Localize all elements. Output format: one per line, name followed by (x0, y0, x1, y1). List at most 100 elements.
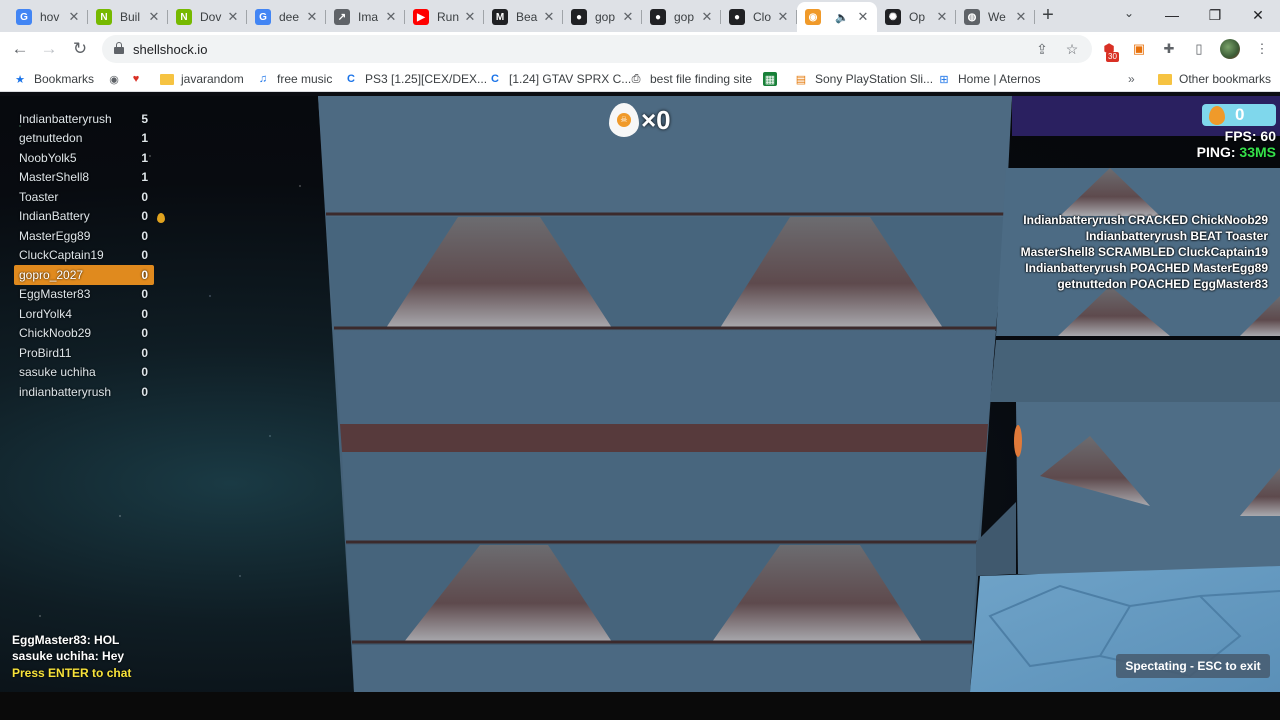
audio-playing-icon[interactable]: 🔈 (835, 11, 849, 24)
player-name: MasterEgg89 (19, 228, 91, 243)
bookmark-aternos[interactable]: ⊞ Home | Aternos (937, 70, 1041, 88)
extensions-puzzle-icon[interactable]: ✚ (1160, 40, 1178, 58)
bookmark-label: Home | Aternos (958, 72, 1041, 86)
tab-close-icon[interactable]: ✕ (1013, 9, 1029, 25)
tab-close-icon[interactable]: ✕ (66, 9, 82, 25)
spectate-banner[interactable]: Spectating - ESC to exit (1116, 654, 1270, 678)
new-tab-button[interactable]: + (1038, 5, 1058, 26)
tab-close-icon[interactable]: ✕ (383, 9, 399, 25)
player-score: 0 (141, 306, 148, 321)
browser-tab[interactable]: ● gop ✕ (563, 4, 642, 30)
printer-icon: ⎙ (631, 72, 641, 85)
player-name: sasuke uchiha (19, 365, 96, 380)
browser-tab[interactable]: ◍ We ✕ (956, 4, 1035, 30)
forward-button[interactable]: → (37, 37, 61, 61)
bookmark-chrome[interactable]: ◉ (107, 70, 128, 88)
golden-egg-icon (157, 212, 165, 223)
tab-title: dee (279, 10, 300, 24)
minimize-button[interactable]: — (1157, 3, 1187, 27)
bookmark-label: javarandom (181, 72, 244, 86)
player-score: 0 (141, 384, 148, 399)
browser-tab[interactable]: ● gop ✕ (642, 4, 721, 30)
tab-close-icon[interactable]: ✕ (699, 9, 715, 25)
player-name: getnuttedon (19, 131, 83, 146)
browser-tab[interactable]: N Dov ✕ (168, 4, 247, 30)
bookmark-ps3[interactable]: C PS3 [1.25][CEX/DEX... (344, 70, 487, 88)
tab-close-icon[interactable]: ✕ (541, 9, 557, 25)
lock-icon[interactable] (114, 42, 124, 54)
player-name: gopro_2027 (19, 267, 84, 282)
kill-feed-entry: Indianbatteryrush CRACKED ChickNoob29 (1023, 213, 1268, 227)
tab-close-icon[interactable]: ✕ (304, 9, 320, 25)
browser-tab[interactable]: N Buil ✕ (88, 4, 168, 30)
player-score: 0 (141, 228, 148, 243)
scoreboard-row: ChickNoob29 0 (14, 324, 154, 344)
tab-title: Ima (358, 10, 379, 24)
player-score: 0 (141, 326, 148, 341)
share-icon[interactable]: ⇪ (1033, 40, 1051, 58)
reload-button[interactable]: ↻ (68, 37, 92, 61)
tab-close-icon[interactable]: ✕ (462, 9, 478, 25)
google-icon: G (255, 9, 271, 25)
close-window-button[interactable]: ✕ (1243, 3, 1273, 27)
tab-close-icon[interactable]: ✕ (225, 9, 241, 25)
extension-icon[interactable]: ▣ (1130, 40, 1148, 58)
browser-tab[interactable]: ● Clo ✕ (721, 4, 797, 30)
player-score: 0 (141, 365, 148, 380)
tab-close-icon[interactable]: ✕ (775, 9, 791, 25)
egg-currency-badge: 0 (1202, 104, 1276, 126)
profile-avatar[interactable] (1220, 39, 1240, 59)
heart-icon: ♥ (132, 73, 140, 85)
player-name: EggMaster83 (19, 287, 91, 302)
menu-kebab-icon[interactable]: ⋮ (1253, 40, 1271, 58)
chat-message: EggMaster83: HOL (12, 633, 120, 647)
browser-tab[interactable]: M Bea ✕ (484, 4, 563, 30)
player-score: 1 (141, 170, 148, 185)
browser-tab[interactable]: ▶ Run ✕ (405, 4, 484, 30)
browser-tab[interactable]: ↗ Ima ✕ (326, 4, 405, 30)
player-score: 1 (141, 131, 148, 146)
globe-icon: ◍ (964, 9, 980, 25)
bookmark-star-icon[interactable]: ☆ (1063, 40, 1081, 58)
bookmark-javarandom[interactable]: javarandom (160, 70, 244, 88)
github-icon: ● (650, 9, 666, 25)
browser-tab[interactable]: Gdee ✕ (247, 4, 326, 30)
bookmark-gtav[interactable]: C [1.24] GTAV SPRX C... (488, 70, 631, 88)
back-button[interactable]: ← (8, 37, 32, 61)
tab-close-icon[interactable]: ✕ (146, 9, 162, 25)
bookmark-free-music[interactable]: ♫ free music (256, 70, 332, 88)
restore-button[interactable]: ❐ (1200, 3, 1230, 27)
scoreboard-row: MasterShell8 1 (14, 168, 154, 188)
bookmark-bookmarks[interactable]: ★ Bookmarks (13, 70, 94, 88)
browser-tab[interactable]: ◉ 🔈 ✕ (797, 2, 877, 32)
player-name: Indianbatteryrush (19, 111, 112, 126)
scoreboard-row: ProBird11 0 (14, 343, 154, 363)
tab-close-icon[interactable]: ✕ (620, 9, 636, 25)
bookmark-green-site[interactable]: ▦ (763, 70, 784, 88)
bookmark-file-finding[interactable]: ⎙ best file finding site (629, 70, 752, 88)
player-name: IndianBattery (19, 209, 90, 224)
shellshock-icon: ◉ (805, 9, 821, 25)
bookmark-sony[interactable]: ▤ Sony PlayStation Sli... (794, 70, 933, 88)
address-bar[interactable]: shellshock.io ⇪ ☆ (102, 35, 1092, 63)
tab-search-icon[interactable]: ⌄ (1120, 6, 1138, 24)
side-panel-icon[interactable]: ▯ (1190, 40, 1208, 58)
kill-streak-counter: ☠ ×0 (609, 102, 671, 138)
url-text[interactable]: shellshock.io (133, 42, 207, 57)
bookmarks-overflow-chevron-icon[interactable]: » (1128, 70, 1135, 88)
tab-title: gop (674, 10, 695, 24)
player-name: MasterShell8 (19, 170, 90, 185)
browser-tab[interactable]: Ghov ✕ (8, 4, 88, 30)
game-viewport[interactable]: Indianbatteryrush 5 getnuttedon 1 NoobYolk5 1… (0, 96, 1280, 692)
tab-close-icon[interactable]: ✕ (855, 9, 871, 25)
browser-tab[interactable]: ✺ Op ✕ (877, 4, 956, 30)
tab-title: hov (40, 10, 60, 24)
tab-close-icon[interactable]: ✕ (934, 9, 950, 25)
bookmark-other[interactable]: Other bookmarks (1158, 70, 1271, 88)
bookmark-label: Other bookmarks (1179, 72, 1272, 86)
chat-prompt[interactable]: Press ENTER to chat (12, 666, 131, 680)
bookmark-label: free music (277, 72, 333, 86)
bookmark-heart[interactable]: ♥ (129, 70, 150, 88)
bookmark-label: Bookmarks (34, 72, 95, 86)
shopping-icon: ▤ (795, 73, 807, 86)
